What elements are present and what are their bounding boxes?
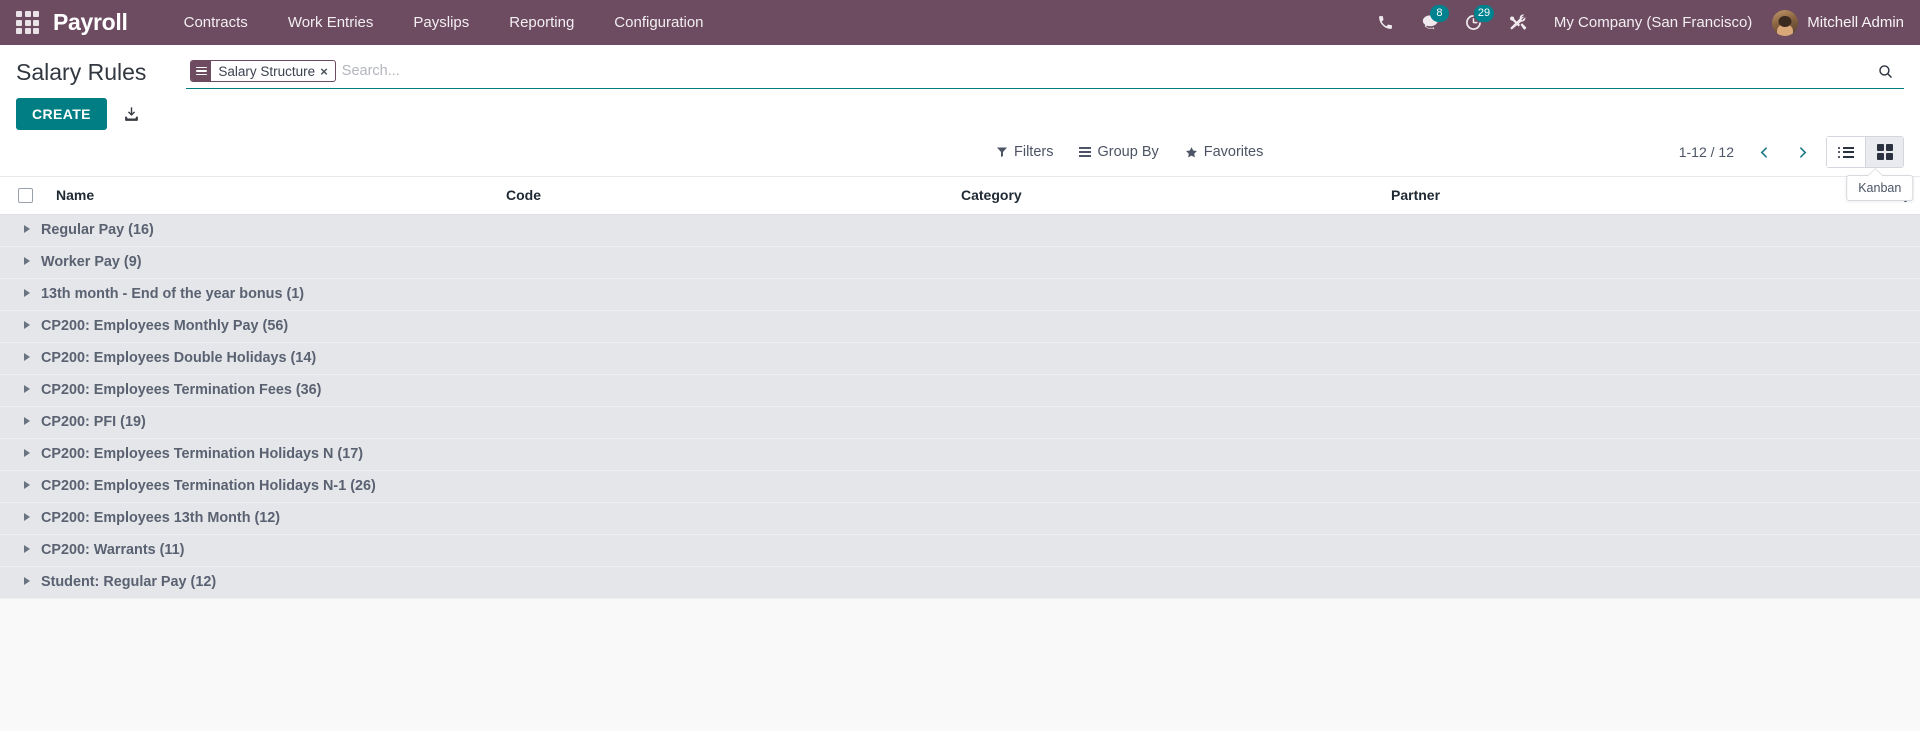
menu-item-payslips[interactable]: Payslips [393,0,489,45]
groupby-dropdown[interactable]: Group By [1079,144,1159,160]
group-expand-icon[interactable] [24,353,30,362]
kanban-view-icon [1876,144,1893,160]
group-label: CP200: PFI (19) [41,414,146,430]
star-icon [1185,146,1197,157]
filter-funnel-icon [997,147,1007,157]
control-panel: Salary Rules CREATE Salary Structure × S… [0,45,1920,201]
group-expand-icon[interactable] [24,577,30,586]
group-label: Worker Pay (9) [41,254,142,270]
groupby-label: Group By [1097,144,1159,160]
menu-item-configuration[interactable]: Configuration [594,0,723,45]
activities-count-badge: 29 [1473,5,1495,22]
group-expand-icon[interactable] [24,513,30,522]
import-records-icon[interactable] [119,99,145,129]
table-row[interactable]: CP200: Employees Termination Holidays N … [0,438,1920,471]
list-view-button[interactable] [1827,137,1865,167]
search-facet-salary-structure[interactable]: Salary Structure × [190,60,336,82]
list-view-icon [1838,144,1854,160]
facet-remove-icon[interactable]: × [320,61,335,81]
table-row[interactable]: CP200: Employees Monthly Pay (56) [0,310,1920,343]
group-by-list-icon [191,61,212,81]
activities-icon[interactable]: 29 [1452,0,1496,45]
table-row[interactable]: Regular Pay (16) [0,214,1920,247]
menu-item-reporting[interactable]: Reporting [489,0,594,45]
column-header-name[interactable]: Name [56,177,506,215]
select-all-header [0,177,56,215]
tools-icon[interactable] [1496,0,1540,45]
group-label: CP200: Employees Termination Holidays N-… [41,478,376,494]
messages-icon[interactable]: 8 [1408,0,1452,45]
create-button[interactable]: CREATE [16,98,107,130]
group-label: CP200: Employees Termination Holidays N … [41,446,364,462]
pager-previous-icon[interactable] [1750,138,1778,166]
kanban-view-button[interactable] [1865,137,1903,167]
menu-item-contracts[interactable]: Contracts [164,0,268,45]
group-expand-icon[interactable] [24,545,30,554]
systray: 8 29 My Company (San Francisco) Mitchell… [1364,0,1920,45]
table-row[interactable]: CP200: Employees 13th Month (12) [0,502,1920,535]
table-row[interactable]: CP200: Employees Termination Fees (36) [0,374,1920,407]
table-row[interactable]: CP200: Employees Termination Holidays N-… [0,470,1920,503]
group-expand-icon[interactable] [24,321,30,330]
phone-icon[interactable] [1364,0,1408,45]
group-label: CP200: Warrants (11) [41,542,185,558]
app-brand-payroll[interactable]: Payroll [53,9,128,36]
page-title: Salary Rules [16,59,147,85]
salary-rules-table: Name Code Category Partner Regular Pay (… [0,177,1920,599]
group-expand-icon[interactable] [24,225,30,234]
main-menu: Contracts Work Entries Payslips Reportin… [164,0,724,45]
search-dropdowns: Filters Group By Favorites [996,144,1263,160]
favorites-dropdown[interactable]: Favorites [1185,144,1264,160]
table-row[interactable]: CP200: Employees Double Holidays (14) [0,342,1920,375]
table-header-row: Name Code Category Partner [0,177,1920,215]
filters-label: Filters [1014,144,1054,160]
table-row[interactable]: Worker Pay (9) [0,246,1920,279]
search-area: Salary Structure × [186,57,1904,89]
pager-next-icon[interactable] [1788,138,1816,166]
messages-count-badge: 8 [1429,5,1449,22]
menu-item-work-entries[interactable]: Work Entries [268,0,394,45]
list-view: Name Code Category Partner Regular Pay (… [0,177,1920,599]
company-switcher[interactable]: My Company (San Francisco) [1540,14,1766,31]
group-expand-icon[interactable] [24,257,30,266]
group-by-bars-icon [1079,145,1092,159]
column-header-partner[interactable]: Partner [1391,177,1890,215]
control-panel-tools: 1-12 / 12 Kanban [1678,136,1914,201]
group-expand-icon[interactable] [24,385,30,394]
group-label: 13th month - End of the year bonus (1) [41,286,305,302]
filters-dropdown[interactable]: Filters [996,144,1053,160]
user-avatar [1772,9,1799,36]
group-expand-icon[interactable] [24,417,30,426]
group-label: CP200: Employees 13th Month (12) [41,510,281,526]
kanban-tooltip: Kanban [1846,168,1914,201]
favorites-label: Favorites [1203,144,1264,160]
view-switcher: Kanban [1826,136,1914,201]
apps-grid-icon[interactable] [16,11,39,34]
group-expand-icon[interactable] [24,449,30,458]
facet-label: Salary Structure [218,63,316,79]
column-header-category[interactable]: Category [961,177,1391,215]
user-name: Mitchell Admin [1807,14,1904,31]
group-label: CP200: Employees Double Holidays (14) [41,350,317,366]
group-label: CP200: Employees Termination Fees (36) [41,382,322,398]
table-body: Regular Pay (16) Worker Pay (9) 13th mon… [0,214,1920,599]
search-input[interactable] [341,60,1871,82]
search-icon[interactable] [1871,63,1900,80]
searchview: Salary Structure × [186,59,1904,89]
select-all-checkbox[interactable] [18,187,33,203]
column-header-code[interactable]: Code [506,177,961,215]
user-menu[interactable]: Mitchell Admin [1766,9,1904,36]
table-row[interactable]: CP200: Warrants (11) [0,534,1920,567]
pager-value: 1-12 / 12 [1678,144,1734,160]
group-label: CP200: Employees Monthly Pay (56) [41,318,289,334]
table-row[interactable]: 13th month - End of the year bonus (1) [0,278,1920,311]
group-expand-icon[interactable] [24,481,30,490]
table-row[interactable]: Student: Regular Pay (12) [0,566,1920,599]
table-row[interactable]: CP200: PFI (19) [0,406,1920,439]
group-label: Regular Pay (16) [41,222,154,238]
group-expand-icon[interactable] [24,289,30,298]
group-label: Student: Regular Pay (12) [41,574,217,590]
top-navbar: Payroll Contracts Work Entries Payslips … [0,0,1920,45]
